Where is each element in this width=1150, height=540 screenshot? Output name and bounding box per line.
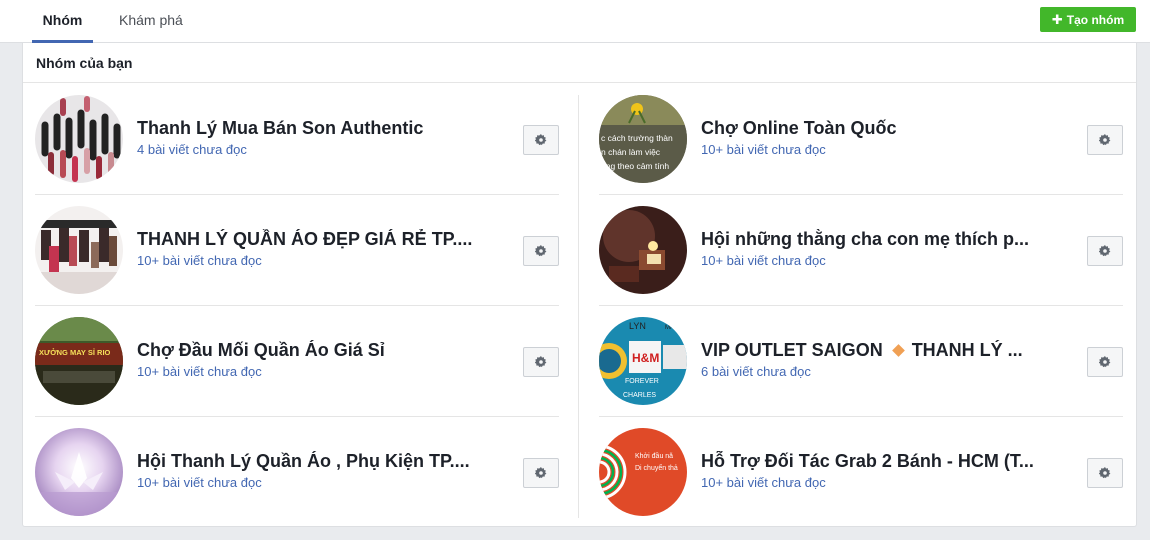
group-unread-count[interactable]: 10+ bài viết chưa đọc (701, 475, 826, 490)
group-item: Hội Thanh Lý Quần Áo , Phụ Kiện TP.... 1… (35, 417, 559, 528)
group-unread-count[interactable]: 6 bài viết chưa đọc (701, 364, 811, 379)
group-item: Hội những thằng cha con mẹ thích p... 10… (599, 195, 1123, 306)
group-item: Thanh Lý Mua Bán Son Authentic 4 bài viế… (35, 84, 559, 195)
group-settings-button[interactable] (523, 347, 559, 377)
avatar-text: c cách trường thàn (601, 133, 673, 143)
group-item: THANH LÝ QUẦN ÁO ĐẸP GIÁ RẺ TP.... 10+ b… (35, 195, 559, 306)
group-unread-count[interactable]: 10+ bài viết chưa đọc (701, 253, 826, 268)
create-group-label: Tạo nhóm (1066, 12, 1125, 27)
group-unread-count[interactable]: 10+ bài viết chưa đọc (137, 475, 262, 490)
group-avatar[interactable]: Khởi đầu nă Di chuyển thả (599, 428, 687, 516)
avatar-text: CHARLES (623, 392, 656, 399)
avatar-text: H&M (632, 351, 659, 365)
group-name[interactable]: Hội Thanh Lý Quần Áo , Phụ Kiện TP.... (137, 451, 477, 472)
gear-icon (1099, 467, 1111, 479)
group-name[interactable]: Hội những thằng cha con mẹ thích p... (701, 229, 1041, 250)
top-tab-bar: Nhóm Khám phá ✚ Tạo nhóm (0, 0, 1150, 43)
group-settings-button[interactable] (1087, 347, 1123, 377)
gear-icon (535, 245, 547, 257)
avatar-text: Di chuyển thả (635, 464, 678, 472)
create-group-button[interactable]: ✚ Tạo nhóm (1040, 7, 1136, 32)
group-name[interactable]: Chợ Đầu Mối Quần Áo Giá Sỉ (137, 340, 477, 361)
group-name[interactable]: VIP OUTLET SAIGON THANH LÝ ... (701, 340, 1041, 361)
group-item: H&M LYN MAI FOREVER CHARLES VIP OUTLET S… (599, 306, 1123, 417)
group-name[interactable]: THANH LÝ QUẦN ÁO ĐẸP GIÁ RẺ TP.... (137, 229, 477, 250)
column-divider (578, 95, 579, 518)
avatar-text: FOREVER (625, 378, 659, 385)
group-settings-button[interactable] (1087, 236, 1123, 266)
group-item: Khởi đầu nă Di chuyển thả Hỗ Trợ Đối Tác… (599, 417, 1123, 528)
avatar-text: Khởi đầu nă (635, 451, 673, 460)
group-name-part1: VIP OUTLET SAIGON (701, 340, 883, 360)
group-name[interactable]: Hỗ Trợ Đối Tác Grab 2 Bánh - HCM (T... (701, 451, 1041, 472)
group-avatar[interactable] (35, 428, 123, 516)
gear-icon (1099, 134, 1111, 146)
gear-icon (535, 134, 547, 146)
group-avatar[interactable] (599, 206, 687, 294)
group-settings-button[interactable] (1087, 458, 1123, 488)
avatar-text: eng theo cảm tính (601, 161, 669, 171)
gear-icon (1099, 356, 1111, 368)
gear-icon (1099, 245, 1111, 257)
group-settings-button[interactable] (523, 458, 559, 488)
tab-discover[interactable]: Khám phá (111, 0, 191, 43)
gear-icon (535, 356, 547, 368)
group-item: XƯỞNG MAY SỈ RIO Chợ Đầu Mối Quần Áo Giá… (35, 306, 559, 417)
group-avatar[interactable] (35, 95, 123, 183)
group-settings-button[interactable] (1087, 125, 1123, 155)
tab-groups[interactable]: Nhóm (32, 0, 93, 43)
group-name[interactable]: Chợ Online Toàn Quốc (701, 118, 1041, 139)
gear-icon (535, 467, 547, 479)
group-avatar[interactable]: H&M LYN MAI FOREVER CHARLES (599, 317, 687, 405)
section-title: Nhóm của bạn (23, 43, 1136, 83)
diamond-icon (891, 343, 905, 357)
group-avatar[interactable]: XƯỞNG MAY SỈ RIO (35, 317, 123, 405)
group-unread-count[interactable]: 10+ bài viết chưa đọc (701, 142, 826, 157)
plus-icon: ✚ (1051, 12, 1063, 27)
group-name[interactable]: Thanh Lý Mua Bán Son Authentic (137, 118, 477, 139)
avatar-text: n chán làm việc (601, 147, 661, 157)
avatar-text: XƯỞNG MAY SỈ RIO (39, 348, 111, 357)
group-name-part2: THANH LÝ ... (911, 340, 1023, 360)
groups-card: Nhóm của bạn Thanh Lý Mua Bán Son Authen… (22, 43, 1137, 527)
group-item: c cách trường thàn n chán làm việc eng t… (599, 84, 1123, 195)
group-unread-count[interactable]: 4 bài viết chưa đọc (137, 142, 247, 157)
group-avatar[interactable] (35, 206, 123, 294)
group-unread-count[interactable]: 10+ bài viết chưa đọc (137, 253, 262, 268)
group-settings-button[interactable] (523, 125, 559, 155)
group-unread-count[interactable]: 10+ bài viết chưa đọc (137, 364, 262, 379)
avatar-text: LYN (629, 321, 646, 331)
avatar-text: MAI (665, 325, 676, 331)
group-avatar[interactable]: c cách trường thàn n chán làm việc eng t… (599, 95, 687, 183)
group-settings-button[interactable] (523, 236, 559, 266)
